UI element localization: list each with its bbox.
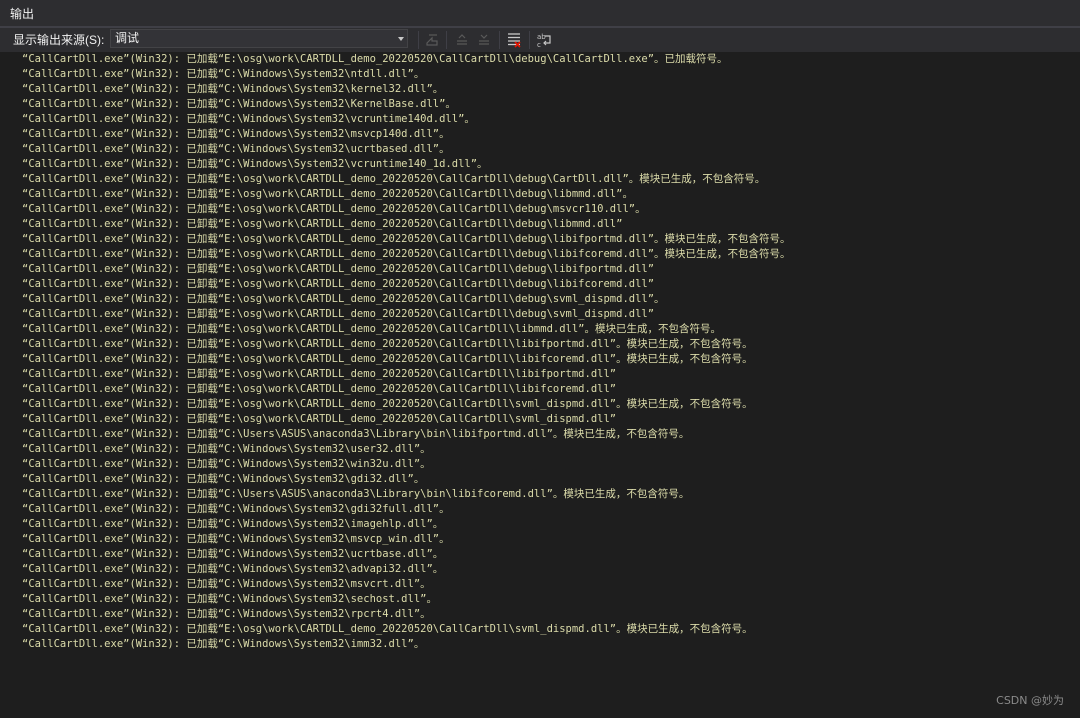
output-line: “CallCartDll.exe”(Win32): 已加载“C:\Users\A… — [22, 488, 690, 500]
output-line: “CallCartDll.exe”(Win32): 已加载“C:\Windows… — [22, 68, 425, 80]
panel-title: 输出 — [10, 7, 35, 21]
previous-message-icon — [457, 34, 467, 45]
word-wrap-button[interactable]: ab c — [534, 30, 554, 50]
output-line: “CallCartDll.exe”(Win32): 已卸载“E:\osg\wor… — [22, 278, 655, 290]
output-line: “CallCartDll.exe”(Win32): 已加载“C:\Users\A… — [22, 428, 690, 440]
output-line: “CallCartDll.exe”(Win32): 已卸载“E:\osg\wor… — [22, 263, 655, 275]
output-line: “CallCartDll.exe”(Win32): 已加载“E:\osg\wor… — [22, 188, 633, 200]
output-line: “CallCartDll.exe”(Win32): 已加载“C:\Windows… — [22, 458, 431, 470]
output-line: “CallCartDll.exe”(Win32): 已加载“C:\Windows… — [22, 143, 450, 155]
output-line: “CallCartDll.exe”(Win32): 已加载“C:\Windows… — [22, 473, 425, 485]
output-line: “CallCartDll.exe”(Win32): 已加载“C:\Windows… — [22, 608, 431, 620]
output-line: “CallCartDll.exe”(Win32): 已加载“E:\osg\wor… — [22, 623, 753, 635]
output-line: “CallCartDll.exe”(Win32): 已加载“C:\Windows… — [22, 83, 444, 95]
output-line: “CallCartDll.exe”(Win32): 已加载“C:\Windows… — [22, 548, 444, 560]
output-source-dropdown[interactable]: 调试 — [110, 29, 408, 48]
output-line: “CallCartDll.exe”(Win32): 已加载“C:\Windows… — [22, 518, 444, 530]
output-line: “CallCartDll.exe”(Win32): 已加载“E:\osg\wor… — [22, 173, 766, 185]
word-wrap-icon: ab c — [537, 33, 551, 48]
output-line: “CallCartDll.exe”(Win32): 已加载“C:\Windows… — [22, 578, 431, 590]
output-line: “CallCartDll.exe”(Win32): 已加载“E:\osg\wor… — [22, 248, 791, 260]
output-panel-header: 输出 — [0, 0, 1080, 28]
output-source-value: 调试 — [115, 31, 140, 45]
toolbar-separator — [446, 31, 447, 49]
goto-line-icon — [426, 34, 438, 46]
output-line: “CallCartDll.exe”(Win32): 已加载“E:\osg\wor… — [22, 398, 753, 410]
output-line: “CallCartDll.exe”(Win32): 已加载“C:\Windows… — [22, 503, 450, 515]
output-line: “CallCartDll.exe”(Win32): 已加载“C:\Windows… — [22, 593, 437, 605]
output-line: “CallCartDll.exe”(Win32): 已加载“C:\Windows… — [22, 563, 444, 575]
output-line: “CallCartDll.exe”(Win32): 已加载“C:\Windows… — [22, 443, 431, 455]
output-line: “CallCartDll.exe”(Win32): 已加载“C:\Windows… — [22, 113, 475, 125]
output-line: “CallCartDll.exe”(Win32): 已加载“C:\Windows… — [22, 128, 450, 140]
output-line: “CallCartDll.exe”(Win32): 已加载“E:\osg\wor… — [22, 293, 665, 305]
toolbar-separator — [529, 31, 530, 49]
output-text-area[interactable]: “CallCartDll.exe”(Win32): 已加载“E:\osg\wor… — [0, 52, 1080, 718]
output-toolbar: 显示输出来源(S): 调试 ab c — [0, 28, 1080, 52]
output-source-label: 显示输出来源(S): — [13, 33, 105, 47]
output-line: “CallCartDll.exe”(Win32): 已加载“E:\osg\wor… — [22, 338, 753, 350]
output-line: “CallCartDll.exe”(Win32): 已加载“C:\Windows… — [22, 533, 450, 545]
output-line: “CallCartDll.exe”(Win32): 已加载“E:\osg\wor… — [22, 353, 753, 365]
output-line: “CallCartDll.exe”(Win32): 已卸载“E:\osg\wor… — [22, 383, 617, 395]
output-line: “CallCartDll.exe”(Win32): 已加载“E:\osg\wor… — [22, 233, 791, 245]
next-message-button[interactable] — [474, 30, 494, 50]
watermark: CSDN @妙为 — [996, 694, 1064, 707]
output-line: “CallCartDll.exe”(Win32): 已加载“E:\osg\wor… — [22, 203, 646, 215]
toolbar-separator — [418, 31, 419, 49]
output-line: “CallCartDll.exe”(Win32): 已卸载“E:\osg\wor… — [22, 308, 655, 320]
clear-all-icon — [508, 33, 521, 48]
output-line: “CallCartDll.exe”(Win32): 已卸载“E:\osg\wor… — [22, 368, 617, 380]
output-window: 输出 显示输出来源(S): 调试 ab c “CallCartDll.exe”(… — [0, 0, 1080, 718]
output-line: “CallCartDll.exe”(Win32): 已加载“C:\Windows… — [22, 158, 488, 170]
svg-text:ab: ab — [537, 33, 546, 41]
toolbar-separator — [499, 31, 500, 49]
svg-text:c: c — [537, 41, 541, 48]
chevron-down-icon — [398, 37, 404, 41]
output-line: “CallCartDll.exe”(Win32): 已卸载“E:\osg\wor… — [22, 218, 623, 230]
goto-line-button[interactable] — [422, 30, 442, 50]
output-line: “CallCartDll.exe”(Win32): 已卸载“E:\osg\wor… — [22, 413, 617, 425]
clear-all-button[interactable] — [504, 30, 524, 50]
output-line: “CallCartDll.exe”(Win32): 已加载“C:\Windows… — [22, 98, 456, 110]
next-message-icon — [479, 34, 489, 45]
previous-message-button[interactable] — [452, 30, 472, 50]
output-line: “CallCartDll.exe”(Win32): 已加载“E:\osg\wor… — [22, 53, 728, 65]
output-line: “CallCartDll.exe”(Win32): 已加载“E:\osg\wor… — [22, 323, 722, 335]
output-line: “CallCartDll.exe”(Win32): 已加载“C:\Windows… — [22, 638, 425, 650]
